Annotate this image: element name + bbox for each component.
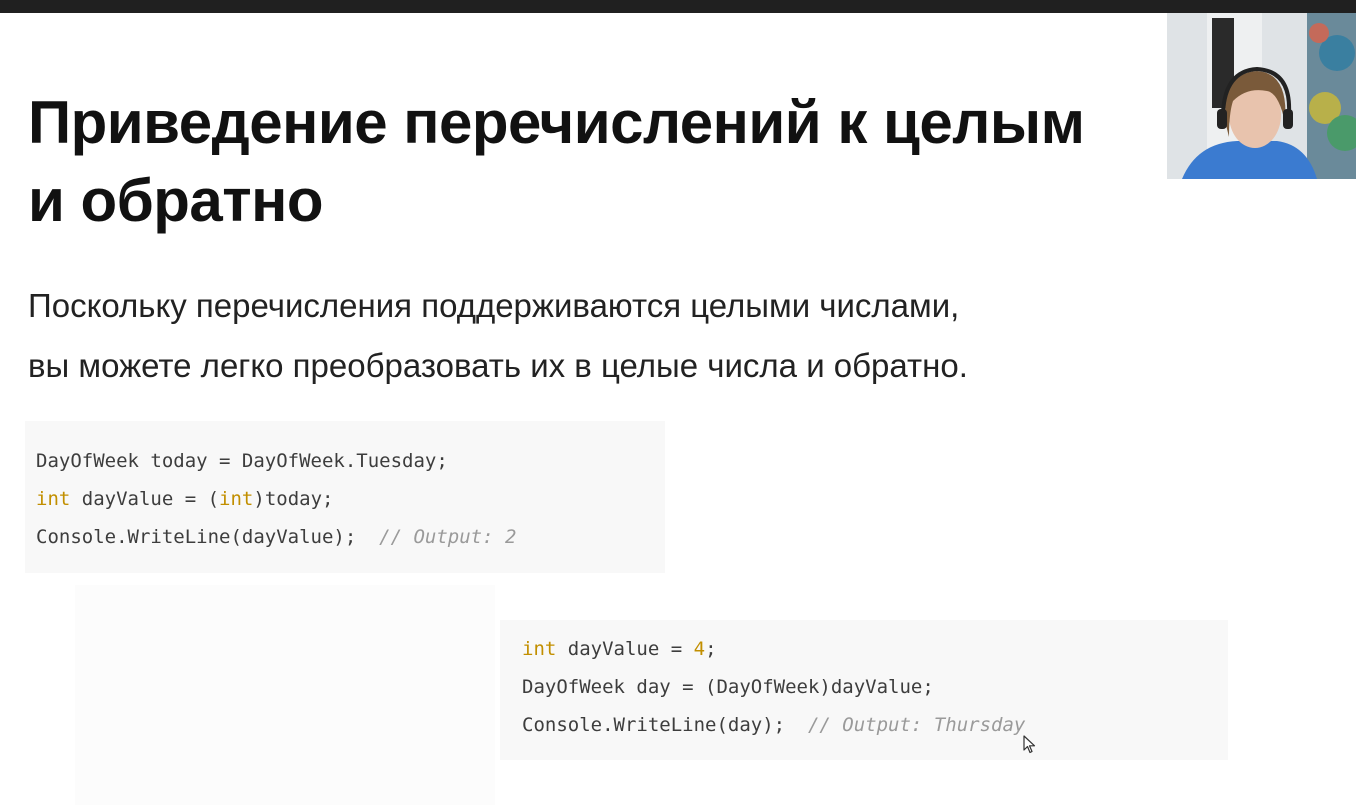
- code-line: int dayValue = 4;: [522, 630, 1025, 668]
- code-line: Console.WriteLine(dayValue); // Output: …: [36, 518, 516, 556]
- code-text: Console.WriteLine(dayValue);: [36, 526, 380, 548]
- code-line: Console.WriteLine(day); // Output: Thurs…: [522, 706, 1025, 744]
- presenter-webcam: [1167, 13, 1356, 179]
- code-text: Console.WriteLine(day);: [522, 714, 808, 736]
- body-line-2: вы можете легко преобразовать их в целые…: [28, 347, 968, 384]
- code-keyword: int: [36, 488, 71, 510]
- code-line: DayOfWeek today = DayOfWeek.Tuesday;: [36, 442, 516, 480]
- code-comment: // Output: 2: [379, 526, 517, 548]
- body-line-1: Поскольку перечисления поддерживаются це…: [28, 287, 960, 324]
- window-top-bar: [0, 0, 1356, 13]
- slide-body-text: Поскольку перечисления поддерживаются це…: [28, 276, 1128, 396]
- code-line: int dayValue = (int)today;: [36, 480, 516, 518]
- code-text: dayValue =: [556, 638, 694, 660]
- faded-background-panel: [75, 585, 495, 805]
- slide-title: Приведение перечислений к целым и обратн…: [28, 84, 1168, 240]
- webcam-image: [1167, 13, 1356, 179]
- mouse-cursor-icon: [1023, 735, 1036, 754]
- code-block-int-to-enum: int dayValue = 4; DayOfWeek day = (DayOf…: [500, 620, 1228, 760]
- code-text: DayOfWeek today = DayOfWeek.Tuesday;: [36, 450, 448, 472]
- code-text: )today;: [253, 488, 334, 510]
- code-text: DayOfWeek day = (DayOfWeek)dayValue;: [522, 676, 934, 698]
- code-line: DayOfWeek day = (DayOfWeek)dayValue;: [522, 668, 1025, 706]
- slide-title-line-2: и обратно: [28, 167, 324, 234]
- code-number: 4: [693, 638, 706, 660]
- code-keyword: int: [219, 488, 254, 510]
- code-text: ;: [705, 638, 717, 660]
- code-keyword: int: [522, 638, 557, 660]
- code-comment: // Output: Thursday: [807, 714, 1026, 736]
- code-text: dayValue = (: [70, 488, 220, 510]
- slide-title-line-1: Приведение перечислений к целым: [28, 89, 1085, 156]
- code-block-enum-to-int: DayOfWeek today = DayOfWeek.Tuesday; int…: [25, 421, 665, 573]
